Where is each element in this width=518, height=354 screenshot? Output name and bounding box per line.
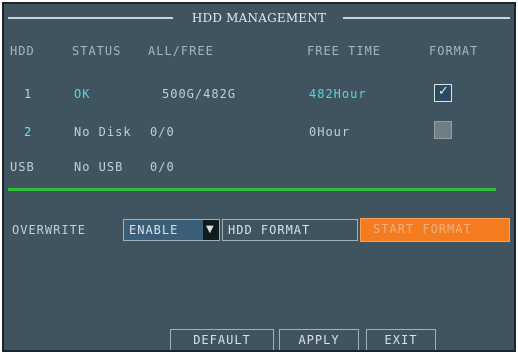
row-status: No Disk	[74, 125, 132, 139]
title-line-right	[343, 17, 510, 19]
separator-line	[8, 188, 496, 191]
exit-button[interactable]: EXIT	[366, 329, 436, 350]
triangle-down-icon: ▼	[206, 224, 215, 235]
row-free-time: 482Hour	[309, 87, 367, 101]
overwrite-value: ENABLE	[129, 223, 179, 237]
row-hdd: USB	[10, 160, 35, 174]
row-all-free: 0/0	[150, 160, 175, 174]
overwrite-label: OVERWRITE	[12, 223, 87, 237]
start-format-button[interactable]: START FORMAT	[360, 218, 510, 242]
col-header-status: STATUS	[72, 44, 122, 58]
row-hdd: 1	[24, 87, 33, 101]
row-status: No USB	[74, 160, 124, 174]
col-header-all-free: ALL/FREE	[148, 44, 214, 58]
hdd-format-button[interactable]: HDD FORMAT	[222, 219, 358, 241]
title-bar: HDD MANAGEMENT	[8, 10, 510, 28]
row-all-free: 500G/482G	[162, 87, 237, 101]
row-hdd: 2	[24, 125, 33, 139]
row-status: OK	[74, 87, 91, 101]
row-all-free: 0/0	[150, 125, 175, 139]
hdd-management-window: HDD MANAGEMENT HDD STATUS ALL/FREE FREE …	[2, 2, 516, 352]
format-checkbox-hdd2[interactable]	[434, 121, 452, 139]
apply-button[interactable]: APPLY	[279, 329, 359, 350]
dropdown-arrow[interactable]: ▼	[203, 220, 219, 240]
col-header-free-time: FREE TIME	[307, 44, 382, 58]
col-header-hdd: HDD	[10, 44, 35, 58]
overwrite-select[interactable]: ENABLE ▼	[123, 219, 220, 241]
default-button[interactable]: DEFAULT	[170, 329, 274, 350]
format-checkbox-hdd1[interactable]: ✓	[434, 84, 452, 102]
col-header-format: FORMAT	[429, 44, 479, 58]
row-free-time: 0Hour	[309, 125, 351, 139]
check-icon: ✓	[438, 84, 449, 99]
